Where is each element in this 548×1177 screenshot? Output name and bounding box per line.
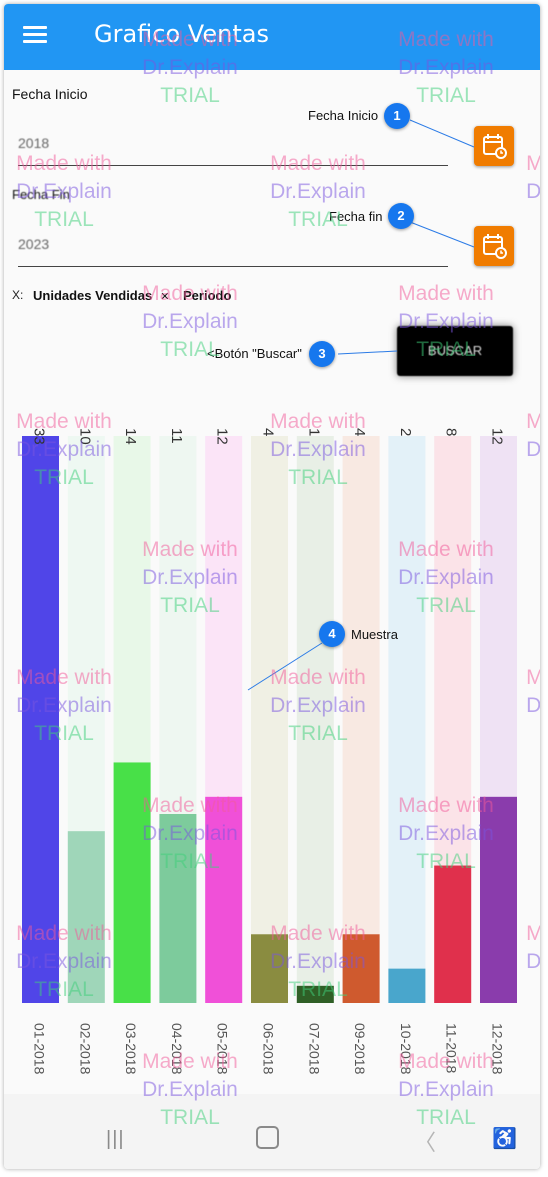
callout-2-line [409, 221, 475, 248]
callout-1-line [409, 119, 475, 148]
callout-4-text: Muestra [351, 627, 398, 642]
callout-1-badge: 1 [384, 103, 410, 129]
recent-apps-button[interactable]: ||| [106, 1128, 125, 1151]
back-button[interactable]: 〈 [414, 1125, 436, 1157]
home-button[interactable] [256, 1126, 279, 1149]
callout-2-text: Fecha fin [329, 209, 383, 224]
callout-3-text: <Botón "Buscar" [207, 346, 302, 361]
callout-4-badge: 4 [319, 621, 345, 647]
system-nav-bar: ||| 〈 ♿ [4, 1094, 540, 1169]
app-screen: Grafico Ventas Fecha Inicio 2018 Fecha F… [4, 4, 540, 1169]
callout-4-line [247, 642, 323, 691]
callout-2-badge: 2 [388, 203, 414, 229]
callout-connectors [247, 119, 475, 691]
callout-3-badge: 3 [309, 341, 335, 367]
accessibility-icon[interactable]: ♿ [492, 1126, 517, 1151]
callout-1-text: Fecha Inicio [308, 108, 379, 123]
callout-3-line [337, 350, 398, 355]
